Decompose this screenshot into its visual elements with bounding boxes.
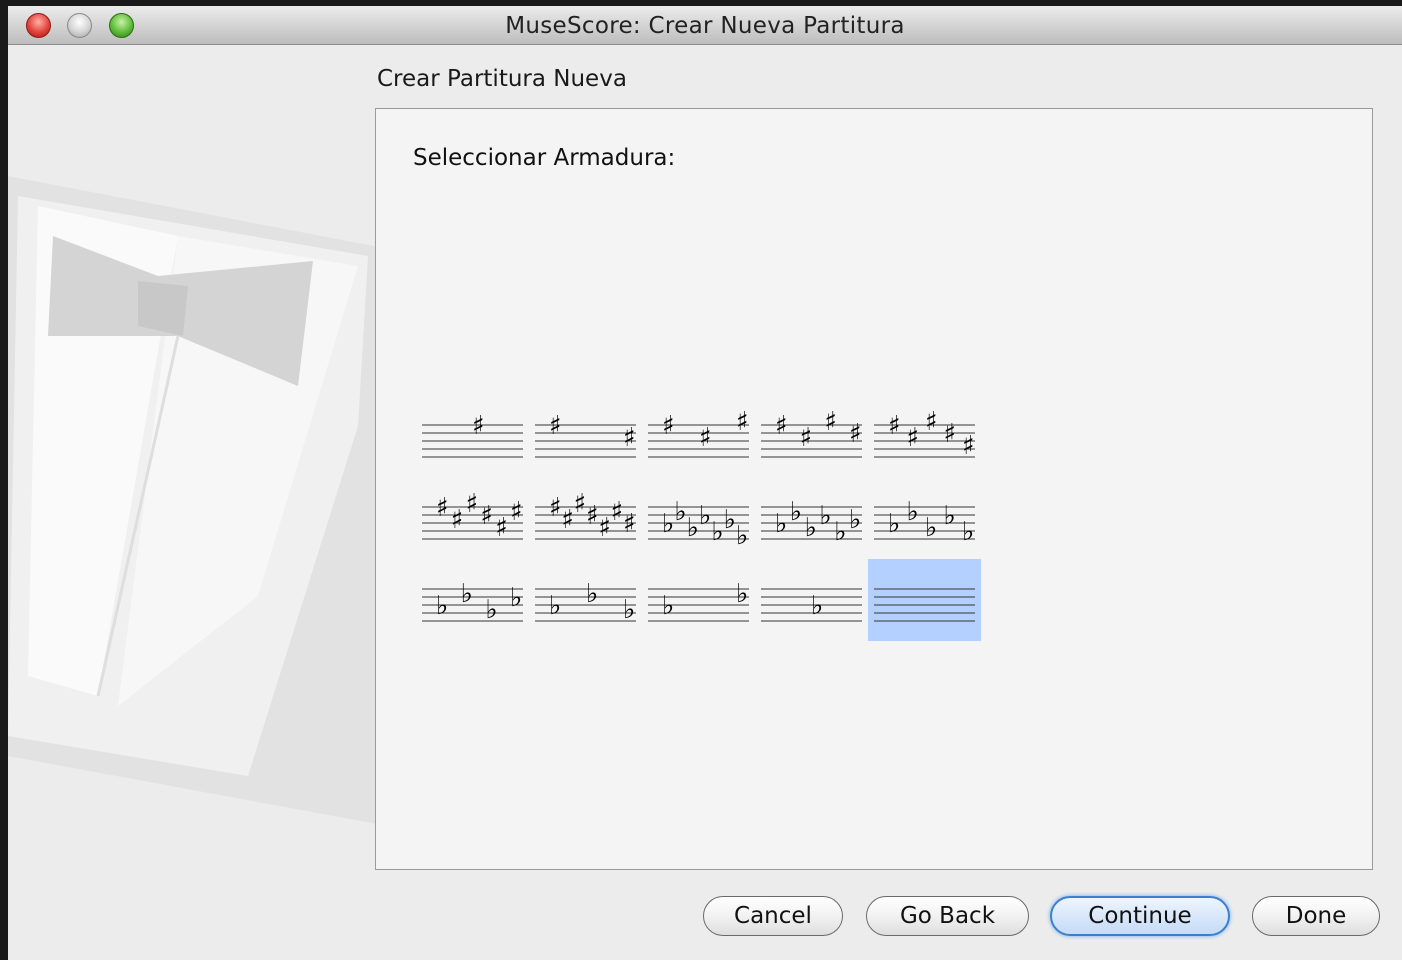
flat-glyph: ♭ <box>790 497 802 527</box>
key-signature-7-flats[interactable]: ♭ ♭ ♭ ♭ ♭ ♭ ♭ <box>642 477 755 559</box>
cancel-button[interactable]: Cancel <box>703 896 843 936</box>
key-signature-1-sharp[interactable]: ♯ <box>416 395 529 477</box>
wizard-window: MuseScore: Crear Nueva Partitura Crear P… <box>8 6 1402 960</box>
key-signature-4-flats[interactable]: ♭ ♭ ♭ ♭ <box>416 559 529 641</box>
key-signature-no-accidentals[interactable] <box>868 559 981 641</box>
key-signature-5-sharps[interactable]: ♯ ♯ ♯ ♯ ♯ <box>868 395 981 477</box>
key-signature-prompt: Seleccionar Armadura: <box>413 145 676 171</box>
sharp-glyph: ♯ <box>925 407 938 437</box>
flat-glyph: ♭ <box>849 505 861 535</box>
flat-glyph: ♭ <box>549 591 561 621</box>
flat-glyph: ♭ <box>811 591 823 621</box>
flat-glyph: ♭ <box>662 591 674 621</box>
wizard-heading: Crear Partitura Nueva <box>377 66 627 92</box>
sharp-glyph: ♯ <box>466 489 479 519</box>
sharp-glyph: ♯ <box>623 423 636 453</box>
title-bar: MuseScore: Crear Nueva Partitura <box>8 6 1402 45</box>
sharp-glyph: ♯ <box>472 411 485 441</box>
flat-glyph: ♭ <box>834 517 846 547</box>
sharp-glyph: ♯ <box>574 489 587 519</box>
flat-glyph: ♭ <box>687 513 699 543</box>
flat-glyph: ♭ <box>736 521 748 551</box>
key-signature-1-flat[interactable]: ♭ <box>755 559 868 641</box>
done-button[interactable]: Done <box>1252 896 1380 936</box>
sharp-glyph: ♯ <box>549 411 562 441</box>
sharp-glyph: ♯ <box>907 423 920 453</box>
flat-glyph: ♭ <box>662 509 674 539</box>
sharp-glyph: ♯ <box>598 513 611 543</box>
sharp-glyph: ♯ <box>549 493 562 523</box>
sharp-glyph: ♯ <box>451 505 464 535</box>
key-signature-6-flats[interactable]: ♭ ♭ ♭ ♭ ♭ ♭ <box>755 477 868 559</box>
sharp-glyph: ♯ <box>662 411 675 441</box>
flat-glyph: ♭ <box>819 501 831 531</box>
sharp-glyph: ♯ <box>436 493 449 523</box>
flat-glyph: ♭ <box>724 505 736 535</box>
flat-glyph: ♭ <box>461 579 473 609</box>
flat-glyph: ♭ <box>623 595 635 625</box>
sharp-glyph: ♯ <box>849 419 862 449</box>
sharp-glyph: ♯ <box>611 497 624 527</box>
flat-glyph: ♭ <box>962 517 974 547</box>
wizard-panel: Seleccionar Armadura: ♯ ♯ ♯ ♯ ♯ ♯ ♯ ♯ ♯ ♯ ♯ ♯ ♯ ♯ ♯ ♯ ♯ ♯… <box>375 108 1373 870</box>
flat-glyph: ♭ <box>586 579 598 609</box>
flat-glyph: ♭ <box>736 579 748 609</box>
sharp-glyph: ♯ <box>775 411 788 441</box>
flat-glyph: ♭ <box>436 591 448 621</box>
sharp-glyph: ♯ <box>800 423 813 453</box>
flat-glyph: ♭ <box>699 501 711 531</box>
sharp-glyph: ♯ <box>824 407 837 437</box>
flat-glyph: ♭ <box>775 509 787 539</box>
go-back-button[interactable]: Go Back <box>866 896 1029 936</box>
sharp-glyph: ♯ <box>888 411 901 441</box>
sharp-glyph: ♯ <box>944 419 957 449</box>
flat-glyph: ♭ <box>944 501 956 531</box>
sharp-glyph: ♯ <box>623 509 636 539</box>
flat-glyph: ♭ <box>907 497 919 527</box>
key-signature-4-sharps[interactable]: ♯ ♯ ♯ ♯ <box>755 395 868 477</box>
flat-glyph: ♭ <box>711 517 723 547</box>
sharp-glyph: ♯ <box>962 431 975 461</box>
key-signature-7-sharps[interactable]: ♯ ♯ ♯ ♯ ♯ ♯ ♯ <box>529 477 642 559</box>
flat-glyph: ♭ <box>485 595 497 625</box>
flat-glyph: ♭ <box>510 583 522 613</box>
sharp-glyph: ♯ <box>561 505 574 535</box>
sharp-glyph: ♯ <box>495 513 508 543</box>
key-signature-6-sharps[interactable]: ♯ ♯ ♯ ♯ ♯ ♯ <box>416 477 529 559</box>
sharp-glyph: ♯ <box>736 407 749 437</box>
flat-glyph: ♭ <box>925 513 937 543</box>
key-signature-2-flats[interactable]: ♭ ♭ <box>642 559 755 641</box>
sharp-glyph: ♯ <box>510 497 523 527</box>
flat-glyph: ♭ <box>888 509 900 539</box>
flat-glyph: ♭ <box>674 497 686 527</box>
sharp-glyph: ♯ <box>699 423 712 453</box>
key-signature-3-sharps[interactable]: ♯ ♯ ♯ <box>642 395 755 477</box>
key-signature-5-flats[interactable]: ♭ ♭ ♭ ♭ ♭ <box>868 477 981 559</box>
flat-glyph: ♭ <box>805 513 817 543</box>
continue-button[interactable]: Continue <box>1050 896 1230 936</box>
key-signature-2-sharps[interactable]: ♯ ♯ <box>529 395 642 477</box>
window-title: MuseScore: Crear Nueva Partitura <box>505 13 905 39</box>
sharp-glyph: ♯ <box>480 501 493 531</box>
key-signature-3-flats[interactable]: ♭ ♭ ♭ <box>529 559 642 641</box>
sharp-glyph: ♯ <box>586 501 599 531</box>
